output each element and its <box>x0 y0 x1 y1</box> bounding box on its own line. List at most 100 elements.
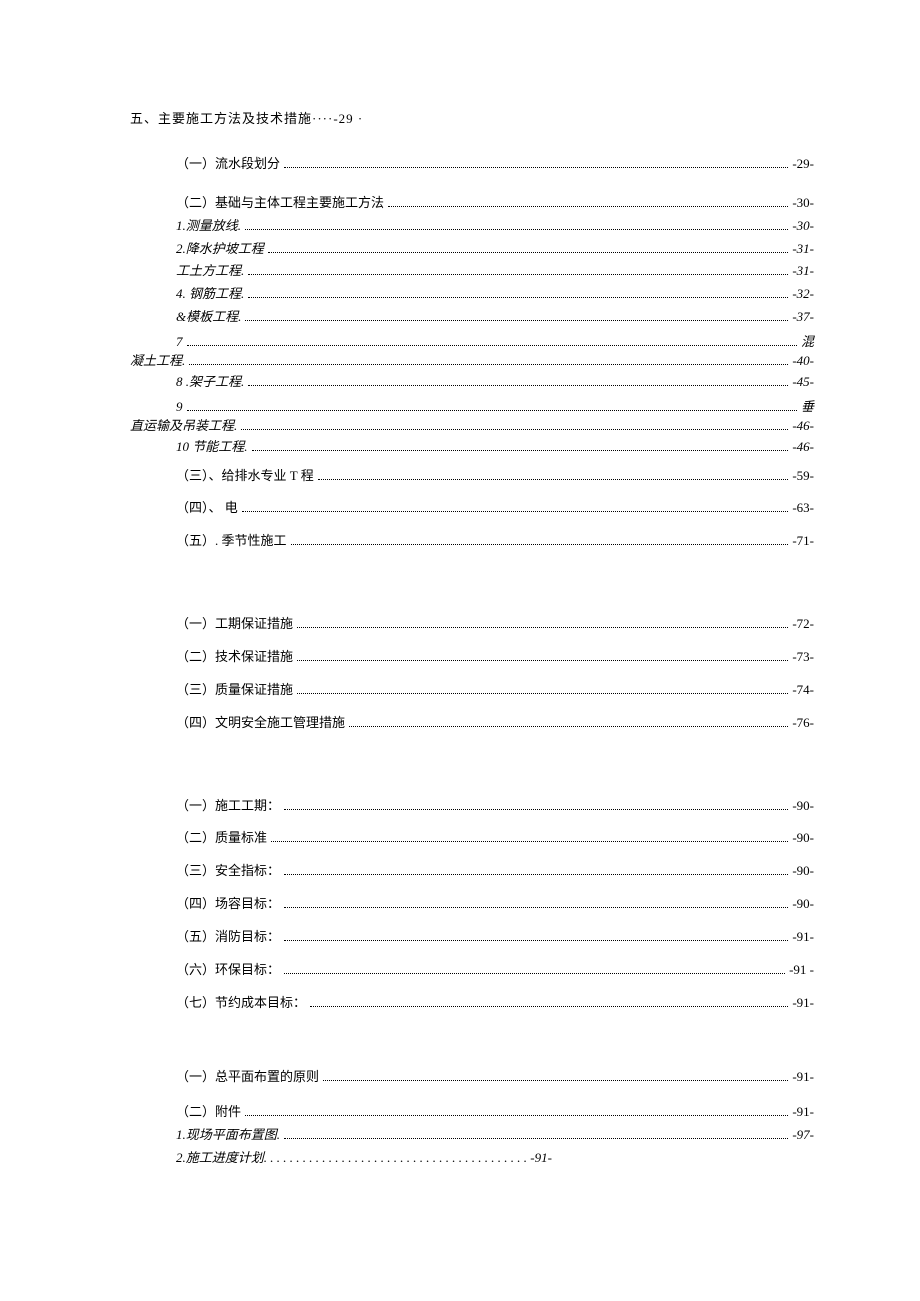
toc-dots <box>248 297 788 298</box>
toc-page: -37- <box>792 308 814 327</box>
toc-line: （七）节约成本目标： -91- <box>176 994 814 1013</box>
toc-page: -59- <box>792 467 814 486</box>
toc-label: （四）、 电 <box>176 499 238 518</box>
toc-label: （一）工期保证措施 <box>176 615 293 634</box>
toc-dots <box>323 1080 788 1081</box>
toc-page: -31- <box>792 262 814 281</box>
toc-page: -97- <box>792 1126 814 1145</box>
toc-page: -90- <box>792 797 814 816</box>
toc-page: -91 - <box>789 961 814 980</box>
toc-line: （二）附件 -91- <box>176 1103 814 1122</box>
toc-page: -31- <box>792 240 814 259</box>
toc-page: -73- <box>792 648 814 667</box>
toc-line: （一）流水段划分-29- <box>176 155 814 174</box>
toc-label: （四）文明安全施工管理措施 <box>176 714 345 733</box>
toc-label: 1.测量放线. <box>176 217 241 236</box>
toc-dots <box>297 660 788 661</box>
toc-label: 工土方工程. <box>176 262 244 281</box>
toc-label: &模板工程. <box>176 308 241 327</box>
toc-label: （六）环保目标： <box>176 961 280 980</box>
toc-page: -76- <box>792 714 814 733</box>
toc-label: 2.降水护坡工程 <box>176 240 264 259</box>
section-title: 五、主要施工方法及技术措施····-29 · <box>130 108 814 127</box>
toc-dots <box>284 874 788 875</box>
toc-dots <box>284 940 788 941</box>
toc-label: 凝土工程. <box>130 350 185 369</box>
toc-page: -91- <box>792 1103 814 1122</box>
toc-line: 9 垂 <box>176 396 814 415</box>
toc-line: 1.现场平面布置图. -97- <box>176 1126 814 1145</box>
toc-label: 9 <box>176 399 183 415</box>
toc-dots <box>388 206 788 207</box>
toc-dots <box>245 229 788 230</box>
toc-line: 工土方工程. -31- <box>176 262 814 281</box>
toc-line: 10 节能工程.-46- <box>176 438 814 457</box>
toc-line: （二）基础与主体工程主要施工方法-30- <box>176 194 814 213</box>
toc-wrap-word: 混 <box>801 331 814 350</box>
toc-dots <box>252 450 789 451</box>
toc-label: （三）安全指标： <box>176 862 280 881</box>
toc-dots <box>284 809 788 810</box>
toc-dots <box>297 627 788 628</box>
toc-line: （三）、给排水专业 T 程-59- <box>176 467 814 486</box>
toc-wrap-word: 垂 <box>801 396 814 415</box>
toc-page: -91- <box>792 1068 814 1087</box>
toc-page: -90- <box>792 895 814 914</box>
toc-line: 凝土工程. -40- <box>130 350 814 369</box>
toc-page: -46- <box>792 438 814 457</box>
toc-page: -91- <box>792 994 814 1013</box>
toc-label: 7 <box>176 334 183 350</box>
toc-dots <box>271 841 788 842</box>
toc-dots <box>291 544 789 545</box>
toc-page: -32- <box>792 285 814 304</box>
toc-page: -63- <box>792 499 814 518</box>
toc-page: -74- <box>792 681 814 700</box>
toc-line: 1.测量放线. -30- <box>176 217 814 236</box>
toc-dots <box>241 429 788 430</box>
toc-line: （一）施工工期： -90- <box>176 797 814 816</box>
toc-dots <box>318 479 789 480</box>
toc-label: （四）场容目标： <box>176 895 280 914</box>
toc-label: 8 .架子工程. <box>176 373 244 392</box>
toc-line: 2.施工进度计划. . . . . . . . . . . . . . . . … <box>176 1149 814 1168</box>
toc-dots <box>284 907 788 908</box>
toc-dots <box>248 274 788 275</box>
toc-label: （二）质量标准 <box>176 829 267 848</box>
toc-line: （四）文明安全施工管理措施 -76- <box>176 714 814 733</box>
toc-dots <box>187 345 797 346</box>
toc-dots <box>187 410 797 411</box>
toc-page: -71- <box>792 532 814 551</box>
toc-line: （五）. 季节性施工-71- <box>176 532 814 551</box>
toc-dots <box>245 320 788 321</box>
toc-line: 4. 钢筋工程. -32- <box>176 285 814 304</box>
toc-label: （一）施工工期： <box>176 797 280 816</box>
toc-label: （三）质量保证措施 <box>176 681 293 700</box>
toc-line: （五）消防目标：-91- <box>176 928 814 947</box>
toc-line: （四）、 电 -63- <box>176 499 814 518</box>
toc-page: -46- <box>792 418 814 434</box>
toc-label: （二）技术保证措施 <box>176 648 293 667</box>
toc-label: 直运输及吊装工程. <box>130 415 237 434</box>
toc-dots <box>268 252 789 253</box>
toc-label: （二）附件 <box>176 1103 241 1122</box>
toc-page: -91- <box>792 928 814 947</box>
toc-line: （一）工期保证措施-72- <box>176 615 814 634</box>
toc-dots <box>284 1138 788 1139</box>
toc-line: 2.降水护坡工程 -31- <box>176 240 814 259</box>
toc-page: -90- <box>792 829 814 848</box>
toc-dots <box>284 973 785 974</box>
toc-dots <box>310 1006 788 1007</box>
toc-label: 4. 钢筋工程. <box>176 285 244 304</box>
toc-line: （六）环保目标： -91 - <box>176 961 814 980</box>
toc-label: （二）基础与主体工程主要施工方法 <box>176 194 384 213</box>
toc-line: （三）质量保证措施 -74- <box>176 681 814 700</box>
toc-dots <box>297 693 788 694</box>
toc-line: （二）质量标准 -90- <box>176 829 814 848</box>
toc-dots <box>189 364 788 365</box>
toc-line: （三）安全指标：-90- <box>176 862 814 881</box>
toc-label: 1.现场平面布置图. <box>176 1126 280 1145</box>
toc-page: -29- <box>792 155 814 174</box>
toc-label: （七）节约成本目标： <box>176 994 306 1013</box>
toc-page: -45- <box>792 373 814 392</box>
toc-page: -30- <box>792 217 814 236</box>
